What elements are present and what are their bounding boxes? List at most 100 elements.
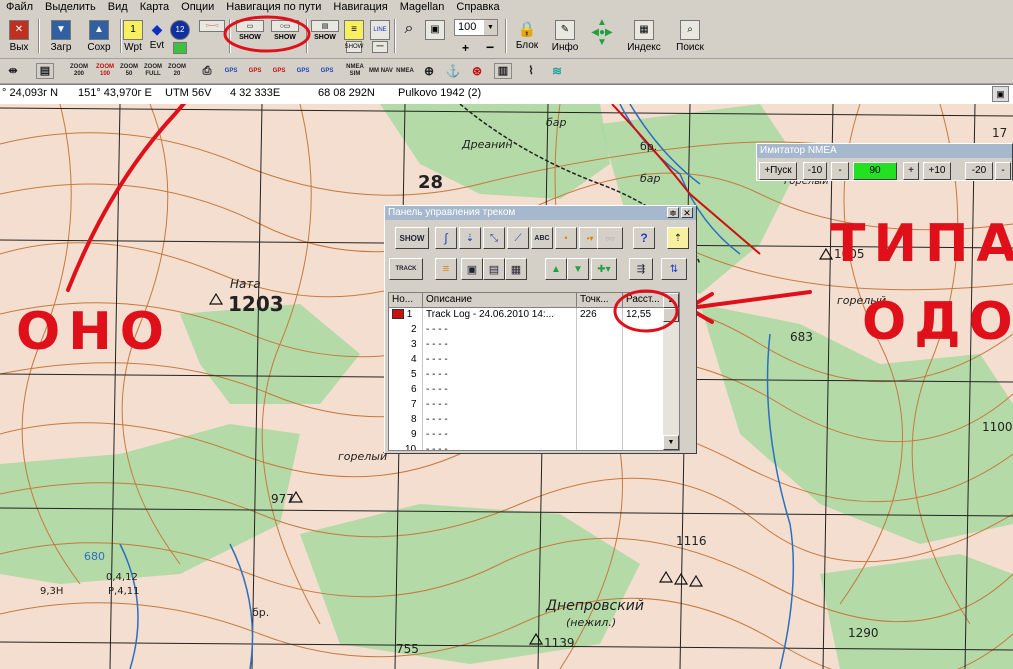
nmea-sim-button[interactable]: NMEA SIM — [342, 61, 368, 81]
peak-label: 977 — [271, 492, 294, 506]
waypoint-button[interactable]: 1 Wpt — [122, 18, 144, 56]
floppy-save-icon: ▲ — [89, 20, 109, 40]
trim-icon[interactable]: ≡ — [435, 258, 457, 280]
info-button[interactable]: ✎ Инфо — [548, 18, 582, 56]
map-preview-icon[interactable]: ▣ — [992, 86, 1009, 102]
zoom-50-button[interactable]: ZOOM 50 — [116, 61, 142, 81]
lifebuoy-icon[interactable]: ⊛ — [466, 61, 488, 81]
track-row[interactable]: 10 - - - - — [389, 443, 664, 450]
nmea-plus-button[interactable]: + — [903, 162, 919, 180]
zoom-100-button[interactable]: ZOOM 100 — [92, 61, 118, 81]
track-number: 7 — [389, 398, 423, 413]
zoom-20-button[interactable]: ZOOM 20 — [164, 61, 190, 81]
pan-button[interactable]: ▲ ◀●▶ ▼ — [584, 18, 620, 56]
mm-nav-button[interactable]: MM NAV — [368, 61, 394, 81]
track-row[interactable]: 9 - - - - — [389, 428, 664, 443]
track-number: 10 — [389, 443, 423, 450]
export-icon[interactable]: ⇡ — [667, 227, 689, 249]
route-grey-icon[interactable]: ○○ — [597, 227, 623, 249]
nmea-minus10-button[interactable]: -10 — [803, 162, 827, 180]
zoom-out-icon[interactable]: − — [486, 39, 494, 55]
forest-area — [380, 104, 610, 199]
menu-file[interactable]: Файл — [0, 0, 39, 15]
target-icon[interactable]: ⊕ — [418, 61, 440, 81]
abc-button[interactable]: ABC — [531, 227, 553, 249]
column-header-number[interactable]: Но... — [389, 293, 423, 308]
search-button[interactable]: ⌕ Поиск — [670, 18, 710, 56]
nmea-minus-button[interactable]: - — [831, 162, 849, 180]
nmea-plus10-button[interactable]: +10 — [923, 162, 951, 180]
menu-select[interactable]: Выделить — [39, 0, 102, 15]
track-row[interactable]: 5 - - - - — [389, 368, 664, 383]
curve-icon[interactable]: ∫ — [435, 227, 457, 249]
nmea-start-button[interactable]: +Пуск — [759, 162, 797, 180]
track-row[interactable]: 7 - - - - — [389, 398, 664, 413]
menu-navigation[interactable]: Навигация — [327, 0, 393, 15]
menu-route-nav[interactable]: Навигация по пути — [220, 0, 327, 15]
track-number: 4 — [389, 353, 423, 368]
diagonal-icon[interactable]: ⤡ — [483, 227, 505, 249]
menu-magellan[interactable]: Magellan — [394, 0, 451, 15]
track-list-button[interactable]: ≡ SHOW — [342, 18, 366, 56]
close-icon[interactable]: ✕ — [681, 207, 693, 218]
zoom-full-button[interactable]: ZOOM FULL — [140, 61, 166, 81]
gps-button-2[interactable]: GPS — [244, 61, 266, 81]
signal-icon[interactable]: ≋ — [546, 61, 568, 81]
zoom-in-icon[interactable]: + — [462, 41, 469, 55]
lock-button[interactable]: 🔒 Блок — [510, 18, 544, 56]
merge-icon[interactable]: ⇶ — [629, 258, 653, 280]
track-row[interactable]: 8 - - - - — [389, 413, 664, 428]
gps-button-4[interactable]: GPS — [292, 61, 314, 81]
nmea-button[interactable]: NMEA — [394, 61, 416, 81]
menu-map[interactable]: Карта — [134, 0, 175, 15]
load-button[interactable]: ▼ Загр — [44, 18, 78, 56]
help-button[interactable]: ? — [633, 227, 655, 249]
vertical-icon[interactable]: ⇣ — [459, 227, 481, 249]
nmea-minus20-button[interactable]: -20 — [965, 162, 993, 180]
zoom-200-button[interactable]: ZOOM 200 — [66, 61, 92, 81]
list-icon[interactable]: ▤ — [483, 258, 505, 280]
save-track-icon[interactable]: ▣ — [461, 258, 483, 280]
track-mode-button[interactable]: TRACK — [389, 258, 423, 280]
menu-view[interactable]: Вид — [102, 0, 134, 15]
move-down-icon[interactable]: ▼ — [567, 258, 589, 280]
index-button[interactable]: ▦ Индекс — [624, 18, 664, 56]
gps-button-5[interactable]: GPS — [316, 61, 338, 81]
track-row[interactable]: 6 - - - - — [389, 383, 664, 398]
point-icon[interactable]: • — [555, 227, 577, 249]
track-row[interactable]: 4 - - - - — [389, 353, 664, 368]
graph-icon[interactable]: ⌇ — [520, 61, 542, 81]
layer-icon[interactable]: ▤ — [36, 63, 54, 79]
nmea-minus2-button[interactable]: - — [995, 162, 1011, 180]
line-button[interactable]: LINE ─ — [368, 18, 392, 56]
exit-button[interactable]: ✕ Вых — [4, 18, 34, 56]
gps-button-3[interactable]: GPS — [268, 61, 290, 81]
magnify-button[interactable]: ⌕ — [398, 18, 420, 56]
move-icon[interactable]: ⇹ — [2, 61, 24, 81]
window-button[interactable]: ▣ — [424, 18, 446, 56]
printer-icon[interactable]: ⎙ — [196, 61, 218, 81]
track-row[interactable]: 3 - - - - — [389, 338, 664, 353]
save-button[interactable]: ▲ Сохр — [82, 18, 116, 56]
waypoint-count-button[interactable]: 12 — [170, 18, 190, 56]
event-button[interactable]: ◆ Evt — [146, 18, 168, 56]
add-menu-icon[interactable]: ✚▾ — [591, 258, 617, 280]
annotation-right-bottom: ОДО — [862, 292, 1013, 352]
menu-help[interactable]: Справка — [450, 0, 505, 15]
anchor-icon[interactable]: ⚓ — [442, 61, 464, 81]
menu-options[interactable]: Опции — [175, 0, 220, 15]
nmea-heading-value: 90 — [853, 162, 897, 180]
pin-icon[interactable]: ≑ — [667, 207, 679, 218]
map-show-button[interactable]: ▤ SHOW — [310, 18, 340, 56]
gps-button-1[interactable]: GPS — [220, 61, 242, 81]
chart-icon[interactable]: ▥ — [494, 63, 512, 79]
sort-icon[interactable]: ⇅ — [661, 258, 687, 280]
pan-arrows-icon: ▲ ◀●▶ ▼ — [591, 17, 613, 48]
zoom-select[interactable]: 100 ▼ — [454, 19, 498, 36]
properties-icon[interactable]: ▦ — [505, 258, 527, 280]
scroll-down-icon[interactable]: ▼ — [663, 435, 679, 450]
track-show-button[interactable]: SHOW — [395, 227, 429, 249]
column-header-description[interactable]: Описание — [423, 293, 577, 308]
segment-icon[interactable]: ⟋ — [507, 227, 529, 249]
move-up-icon[interactable]: ▲ — [545, 258, 567, 280]
